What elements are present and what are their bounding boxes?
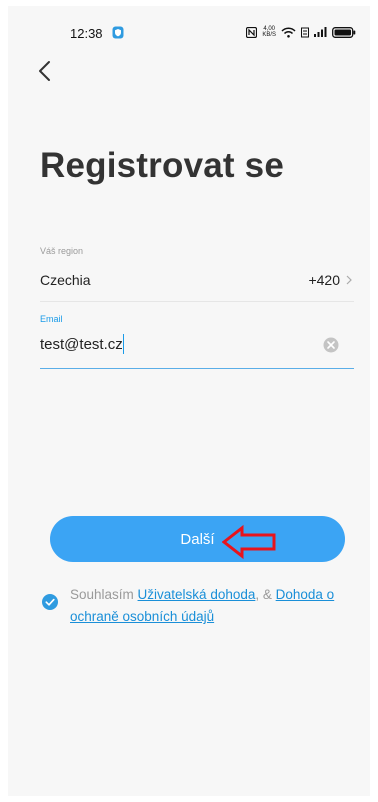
status-icons: 4,00 KB/S xyxy=(246,26,356,38)
check-icon[interactable] xyxy=(42,594,58,610)
chevron-right-icon xyxy=(346,275,352,285)
status-bar: 12:38 4,00 KB/S xyxy=(8,6,370,46)
region-label: Váš region xyxy=(40,246,84,256)
shield-icon xyxy=(112,26,124,39)
network-speed: 4,00 KB/S xyxy=(262,26,276,38)
annotation-arrow-icon xyxy=(222,524,276,560)
agreement-separator: , & xyxy=(255,587,276,602)
network-speed-unit: KB/S xyxy=(262,32,276,38)
battery-icon xyxy=(332,26,356,38)
email-underline xyxy=(40,368,354,369)
email-field[interactable] xyxy=(40,332,310,356)
agreement-prefix: Souhlasím xyxy=(70,587,138,602)
app-screen: 12:38 4,00 KB/S Registrovat se Váš regio… xyxy=(8,6,370,796)
signal-icon xyxy=(314,27,327,37)
email-label: Email xyxy=(40,314,63,324)
back-icon[interactable] xyxy=(36,58,54,84)
next-button[interactable]: Další xyxy=(50,516,345,562)
agreement-text: Souhlasím Uživatelská dohoda, & Dohoda o… xyxy=(70,584,360,628)
country-code-selector[interactable]: +420 xyxy=(308,272,352,288)
clear-icon[interactable] xyxy=(323,337,339,353)
wifi-icon xyxy=(281,26,296,38)
region-value[interactable]: Czechia xyxy=(40,272,91,288)
status-time: 12:38 xyxy=(70,26,103,41)
text-caret xyxy=(123,334,124,354)
user-agreement-link[interactable]: Uživatelská dohoda xyxy=(138,587,256,602)
country-code: +420 xyxy=(308,272,340,288)
hd-icon xyxy=(301,27,309,37)
nfc-icon xyxy=(246,26,258,38)
region-divider xyxy=(40,301,354,302)
page-title: Registrovat se xyxy=(40,146,285,185)
